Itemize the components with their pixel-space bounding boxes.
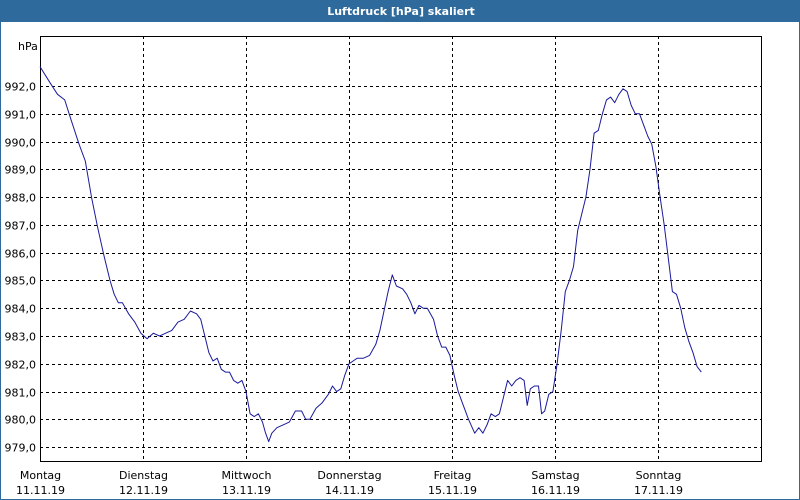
y-tick-label: 982,0 (5, 359, 37, 372)
y-tick-label: 988,0 (5, 192, 37, 205)
plot-area (40, 36, 762, 462)
y-tick-label: 984,0 (5, 303, 37, 316)
x-tick-day: Mittwoch (222, 469, 272, 482)
y-tick-label: 983,0 (5, 331, 37, 344)
pressure-series-line (39, 66, 702, 443)
pressure-chart: hPa 979,0980,0981,0982,0983,0984,0985,09… (5, 36, 762, 497)
y-tick-label: 991,0 (5, 109, 37, 122)
y-tick-label: 987,0 (5, 220, 37, 233)
series-layer (39, 66, 702, 443)
x-tick-date: 15.11.19 (428, 484, 477, 497)
y-tick-label: 985,0 (5, 275, 37, 288)
y-axis-ticks: 979,0 980,0 981,0 982,0 983,0 984,0 985,0 986,0… (5, 81, 37, 455)
y-tick-label: 992,0 (5, 81, 37, 94)
x-tick-date: 16.11.19 (531, 484, 580, 497)
x-tick-day: Dienstag (119, 469, 168, 482)
x-tick-day: Samstag (531, 469, 579, 482)
y-axis-unit-label: hPa (18, 40, 38, 53)
y-tick-label: 981,0 (5, 387, 37, 400)
y-tick-label: 990,0 (5, 137, 37, 150)
x-tick-date: 13.11.19 (222, 484, 271, 497)
x-tick-date: 12.11.19 (119, 484, 168, 497)
y-tick-label: 980,0 (5, 414, 37, 427)
x-axis-ticks: Montag 11.11.19 Dienstag 12.11.19 Mittwoch 13… (16, 469, 683, 497)
x-tick-date: 14.11.19 (325, 484, 374, 497)
x-tick-day: Donnerstag (317, 469, 381, 482)
x-tick-day: Montag (20, 469, 61, 482)
y-tick-label: 986,0 (5, 248, 37, 261)
x-tick-date: 11.11.19 (16, 484, 65, 497)
x-tick-day: Freitag (434, 469, 472, 482)
x-tick-day: Sonntag (636, 469, 682, 482)
y-tick-label: 979,0 (5, 442, 37, 455)
grid (40, 36, 761, 461)
y-tick-label: 989,0 (5, 164, 37, 177)
x-tick-date: 17.11.19 (634, 484, 683, 497)
